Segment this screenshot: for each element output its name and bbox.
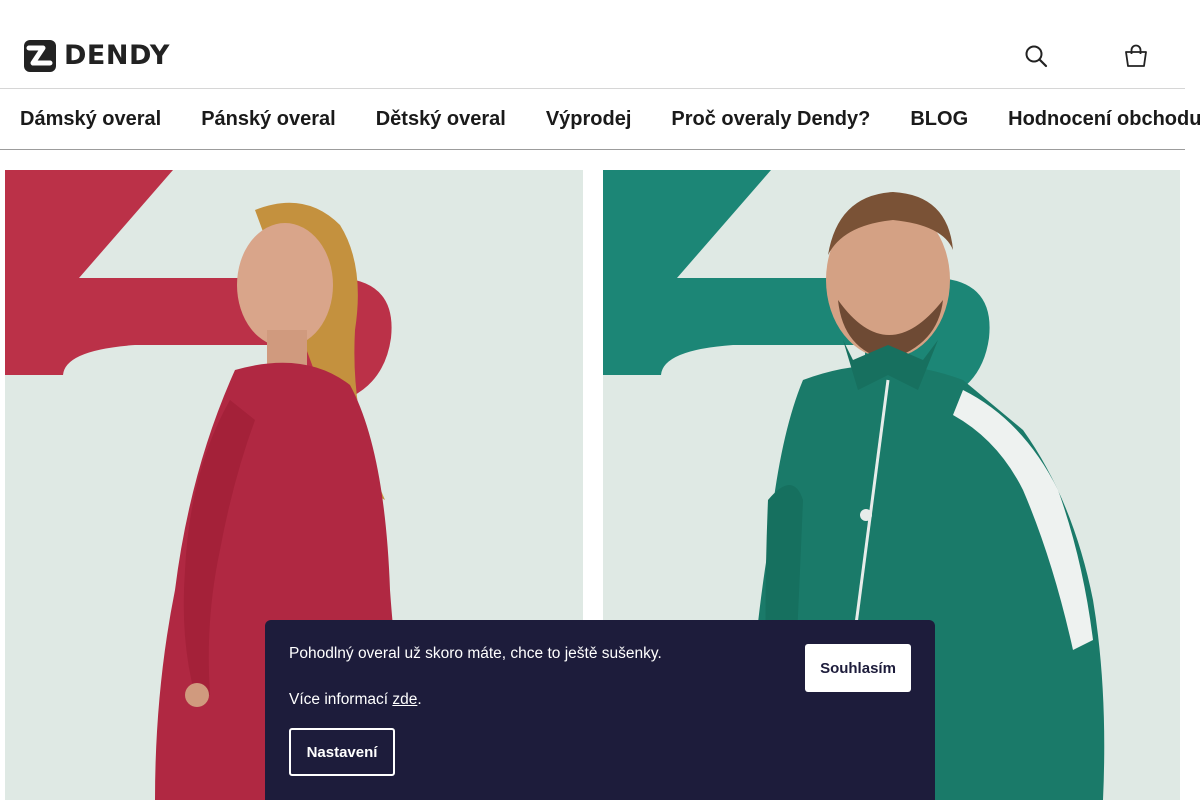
cookie-settings-button[interactable]: Nastavení [289, 728, 395, 776]
cookie-more-prefix: Více informací [289, 691, 393, 708]
logo-text: DENDY [64, 40, 170, 71]
nav-item-blog[interactable]: BLOG [910, 108, 968, 131]
nav-item-vyprodej[interactable]: Výprodej [546, 108, 632, 131]
cart-button[interactable] [1123, 43, 1149, 69]
cookie-agree-button[interactable]: Souhlasím [805, 644, 911, 692]
cookie-more-info: Více informací zde. [289, 691, 422, 709]
search-button[interactable] [1023, 43, 1049, 69]
nav-item-pansky-overal[interactable]: Pánský overal [201, 108, 336, 131]
cart-icon [1125, 44, 1147, 67]
nav-item-hodnoceni[interactable]: Hodnocení obchodu [1008, 108, 1200, 131]
site-header: DENDY [0, 0, 1185, 89]
cookie-banner: Pohodlný overal už skoro máte, chce to j… [265, 620, 935, 800]
nav-item-damsky-overal[interactable]: Dámský overal [20, 108, 161, 131]
logo-mark-icon [24, 40, 56, 72]
search-icon [1025, 45, 1048, 68]
site-logo[interactable]: DENDY [23, 39, 170, 73]
cookie-message: Pohodlný overal už skoro máte, chce to j… [289, 645, 662, 662]
main-navigation: Dámský overal Pánský overal Dětský overa… [0, 89, 1200, 150]
cookie-more-link[interactable]: zde [392, 691, 417, 708]
language-switch[interactable] [1074, 43, 1100, 69]
nav-item-proc-overaly[interactable]: Proč overaly Dendy? [671, 108, 870, 131]
nav-item-detsky-overal[interactable]: Dětský overal [376, 108, 506, 131]
cookie-more-suffix: . [417, 691, 422, 708]
